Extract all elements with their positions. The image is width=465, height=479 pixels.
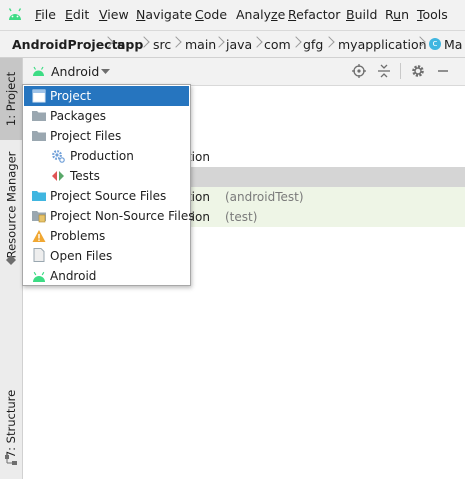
dropdown-item-label: Project	[50, 89, 92, 103]
folder-icon	[32, 131, 46, 141]
dropdown-item-project[interactable]: Project	[24, 86, 189, 106]
project-view-dropdown: Project Packages Project Files Productio…	[22, 84, 195, 286]
dropdown-item-open-files[interactable]: Open Files	[24, 246, 189, 266]
dropdown-item-label: Open Files	[50, 249, 113, 263]
menu-tools[interactable]: Tools	[417, 7, 448, 22]
chevron-right-icon	[252, 34, 262, 52]
breadcrumb-item-src[interactable]: src	[153, 37, 171, 52]
breadcrumb-item-java[interactable]: java	[226, 37, 252, 52]
toolbar-divider	[400, 63, 401, 79]
breadcrumb-item-myapplication[interactable]: myapplication	[338, 37, 427, 52]
structure-icon	[5, 455, 17, 465]
chevron-right-icon	[291, 34, 301, 52]
tab-resource-manager-label: Resource Manager	[4, 151, 18, 259]
chevron-right-icon	[139, 34, 149, 52]
dropdown-item-production[interactable]: Production	[24, 146, 189, 166]
dropdown-item-project-source-files[interactable]: Project Source Files	[24, 186, 189, 206]
chevron-right-icon	[324, 34, 334, 52]
tab-structure-label: 7: Structure	[4, 389, 18, 459]
tab-structure[interactable]: 7: Structure	[0, 384, 22, 464]
breadcrumb-item-main[interactable]: main	[185, 37, 216, 52]
project-view-selector[interactable]: Android	[51, 64, 99, 79]
dropdown-item-packages[interactable]: Packages	[24, 106, 189, 126]
resource-manager-icon	[6, 255, 16, 265]
tab-project[interactable]: 1: Project	[0, 58, 22, 140]
dropdown-item-label: Android	[50, 269, 97, 283]
tree-row-suffix: (androidTest)	[225, 190, 304, 204]
dropdown-item-label: Packages	[50, 109, 106, 123]
menu-analyze[interactable]: Analyze	[236, 7, 285, 22]
dropdown-item-label: Tests	[70, 169, 100, 183]
project-toolbar: Android	[23, 58, 465, 86]
dropdown-item-tests[interactable]: Tests	[24, 166, 189, 186]
gear-icon[interactable]	[411, 64, 425, 78]
menu-code[interactable]: Code	[195, 7, 227, 22]
dropdown-item-android[interactable]: Android	[24, 266, 189, 286]
chevron-right-icon	[103, 34, 113, 52]
dropdown-item-problems[interactable]: Problems	[24, 226, 189, 246]
menu-file[interactable]: File	[35, 7, 56, 22]
menu-bar: File Edit View Navigate Code Analyze Ref…	[0, 0, 465, 31]
menu-run[interactable]: Run	[385, 7, 409, 22]
tab-project-label: 1: Project	[4, 71, 19, 127]
tab-resource-manager[interactable]: Resource Manager	[0, 146, 22, 264]
minimize-icon[interactable]	[436, 64, 450, 78]
tree-row-suffix: (test)	[225, 210, 258, 224]
dropdown-item-label: Problems	[50, 229, 106, 243]
warning-icon	[32, 230, 46, 242]
project-window-icon	[32, 89, 46, 103]
source-folder-icon	[32, 191, 46, 201]
dropdown-item-label: Project Files	[50, 129, 122, 143]
non-source-folder-icon	[32, 211, 46, 223]
menu-edit[interactable]: Edit	[65, 7, 89, 22]
breadcrumb-item-com[interactable]: com	[264, 37, 291, 52]
tests-arrows-icon	[52, 171, 64, 181]
dropdown-item-label: Project Source Files	[50, 189, 167, 203]
android-icon	[33, 66, 44, 76]
dropdown-item-label: Project Non-Source Files	[50, 209, 195, 223]
android-studio-logo-icon	[8, 8, 22, 20]
file-icon	[33, 248, 45, 262]
collapse-all-icon[interactable]	[377, 64, 391, 78]
dropdown-item-project-non-source-files[interactable]: Project Non-Source Files	[24, 206, 195, 226]
dropdown-item-project-files[interactable]: Project Files	[24, 126, 189, 146]
chevron-down-icon[interactable]	[101, 69, 110, 75]
dropdown-item-label: Production	[70, 149, 134, 163]
chevron-right-icon	[171, 34, 181, 52]
chevron-right-icon	[214, 34, 224, 52]
menu-build[interactable]: Build	[346, 7, 377, 22]
production-gear-icon	[52, 150, 65, 163]
breadcrumb-item-gfg[interactable]: gfg	[303, 37, 323, 52]
menu-view[interactable]: View	[99, 7, 129, 22]
locate-icon[interactable]	[352, 64, 366, 78]
menu-navigate[interactable]: Navigate	[136, 7, 192, 22]
android-icon	[33, 271, 45, 282]
class-icon: c	[429, 38, 441, 50]
breadcrumb: AndroidProjects app src main java com gf…	[0, 31, 465, 58]
breadcrumb-item-mainactivity[interactable]: Ma	[444, 37, 462, 52]
menu-refactor[interactable]: Refactor	[288, 7, 340, 22]
folder-icon	[32, 111, 46, 121]
chevron-right-icon	[415, 34, 425, 52]
